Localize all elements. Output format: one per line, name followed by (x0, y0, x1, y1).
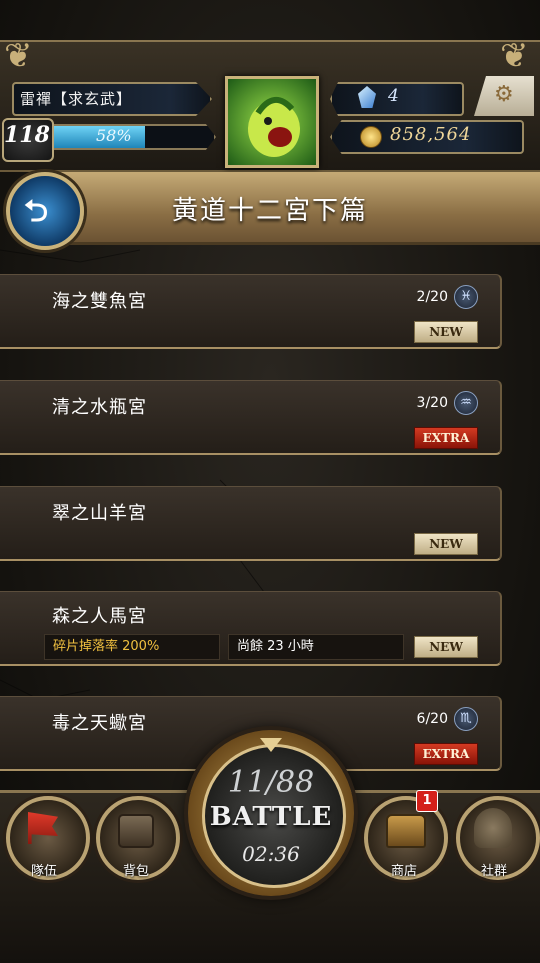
stamina-timer: 02:36 (242, 842, 300, 866)
player-level: 118 (4, 122, 50, 148)
extra-tag: EXTRA (414, 427, 478, 449)
new-tag: NEW (414, 636, 478, 658)
stage-name: 森之人馬宮 (52, 606, 147, 627)
stamina-count: 11/88 (227, 765, 315, 800)
treasure-chest-icon (386, 814, 426, 848)
shop-label: 商店 (390, 864, 417, 879)
drop-rate-info: 碎片掉落率 200% (44, 634, 220, 660)
back-arrow-icon[interactable]: ⮌ (24, 189, 48, 240)
player-name: 雷禪【求玄武】 (20, 90, 133, 108)
stage-progress: 3/20 (416, 395, 448, 411)
exp-percent: 58% (96, 126, 132, 145)
stage-name: 海之雙魚宮 (52, 291, 147, 312)
stage-item-aquarius[interactable]: 清之水瓶宮 3/20 ♒ EXTRA (0, 380, 502, 455)
stage-name: 清之水瓶宮 (52, 397, 147, 418)
community-label: 社群 (480, 864, 507, 879)
stage-item-capricorn[interactable]: 翠之山羊宮 NEW (0, 486, 502, 561)
stage-name: 毒之天蠍宮 (52, 713, 147, 734)
right-ornament: ❦ (500, 36, 529, 76)
time-remaining-info: 尚餘 23 小時 (228, 634, 404, 660)
gear-icon[interactable]: ⚙ (494, 82, 514, 107)
monster-portrait-icon (248, 97, 300, 157)
leader-portrait[interactable] (225, 76, 319, 168)
coin-icon (360, 126, 382, 148)
shop-notification-badge: 1 (416, 790, 438, 812)
stage-item-pisces[interactable]: 海之雙魚宮 2/20 ♓ NEW (0, 274, 502, 349)
coin-count: 858,564 (390, 124, 472, 145)
team-label: 隊伍 (30, 864, 57, 879)
stage-item-sagittarius[interactable]: 森之人馬宮 碎片掉落率 200% 尚餘 23 小時 NEW (0, 591, 502, 666)
battle-label[interactable]: BATTLE (188, 802, 354, 832)
scorpio-icon: ♏ (454, 707, 478, 731)
left-ornament: ❦ (4, 36, 33, 76)
new-tag: NEW (414, 321, 478, 343)
aquarius-icon: ♒ (454, 391, 478, 415)
pisces-icon: ♓ (454, 285, 478, 309)
stage-progress: 6/20 (416, 711, 448, 727)
stage-name: 翠之山羊宮 (52, 503, 147, 524)
backpack-icon (118, 814, 154, 848)
people-silhouette-icon (474, 808, 512, 848)
gem-count: 4 (388, 86, 399, 106)
exp-bar (48, 124, 216, 150)
new-tag: NEW (414, 533, 478, 555)
stage-progress: 2/20 (416, 289, 448, 305)
extra-tag: EXTRA (414, 743, 478, 765)
bag-label: 背包 (122, 864, 149, 879)
